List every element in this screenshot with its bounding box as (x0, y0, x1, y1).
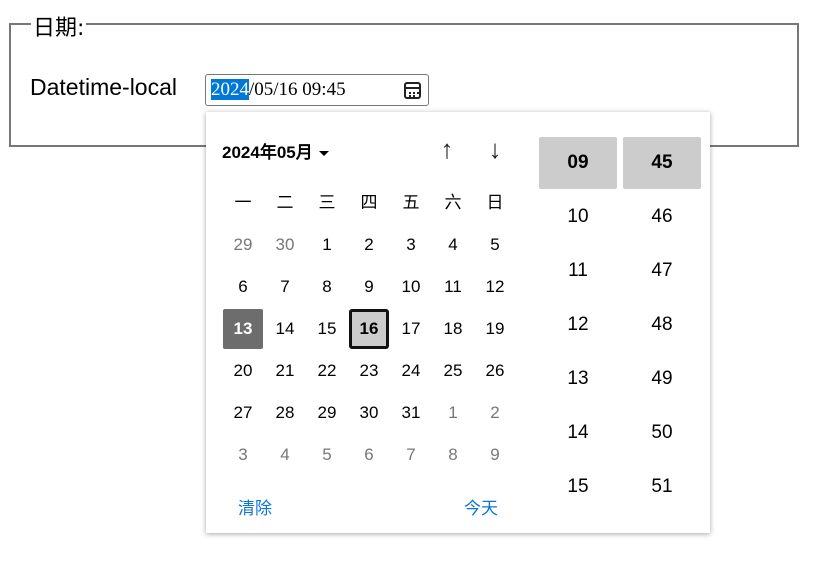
day-cell[interactable]: 29 (222, 224, 264, 266)
day-cell[interactable]: 26 (474, 350, 516, 392)
hour-option[interactable]: 15 (539, 461, 617, 513)
weekday-header: 三 (318, 193, 336, 213)
hour-option[interactable]: 11 (539, 245, 617, 297)
day-cell[interactable]: 29 (306, 392, 348, 434)
previous-month-button[interactable]: ↑ (432, 134, 462, 165)
day-cell[interactable]: 28 (264, 392, 306, 434)
minute-option[interactable]: 49 (623, 353, 701, 405)
year-segment[interactable]: 2024 (211, 79, 249, 100)
day-cell[interactable]: 4 (432, 224, 474, 266)
day-cell[interactable]: 14 (264, 308, 306, 350)
day-cell[interactable]: 12 (474, 266, 516, 308)
weekday-header: 二 (276, 193, 294, 213)
hour-option[interactable]: 14 (539, 407, 617, 459)
day-cell[interactable]: 3 (222, 434, 264, 476)
day-cell[interactable]: 20 (222, 350, 264, 392)
day-cell[interactable]: 15 (306, 308, 348, 350)
day-cell[interactable]: 11 (432, 266, 474, 308)
day-cell[interactable]: 6 (222, 266, 264, 308)
day-cell[interactable]: 9 (348, 266, 390, 308)
day-cell[interactable]: 2 (348, 224, 390, 266)
datetime-local-input[interactable]: 2024/05/16 09:45 (205, 74, 429, 106)
calendar-icon[interactable] (404, 82, 421, 99)
day-cell[interactable]: 8 (432, 434, 474, 476)
weekday-header: 六 (444, 193, 462, 213)
hour-option[interactable]: 10 (539, 191, 617, 243)
datetime-label: Datetime-local (30, 74, 177, 100)
day-cell[interactable]: 18 (432, 308, 474, 350)
clear-button[interactable]: 清除 (238, 494, 272, 519)
fieldset-legend: 日期: (31, 10, 87, 42)
day-cell[interactable]: 31 (390, 392, 432, 434)
day-cell[interactable]: 30 (348, 392, 390, 434)
minute-option[interactable]: 48 (623, 299, 701, 351)
day-cell[interactable]: 19 (474, 308, 516, 350)
day-cell[interactable]: 30 (264, 224, 306, 266)
day-cell[interactable]: 23 (348, 350, 390, 392)
weekday-header: 一 (234, 193, 252, 213)
day-cell[interactable]: 9 (474, 434, 516, 476)
day-cell[interactable]: 5 (474, 224, 516, 266)
day-cell[interactable]: 7 (390, 434, 432, 476)
day-cell[interactable]: 1 (432, 392, 474, 434)
day-cell[interactable]: 27 (222, 392, 264, 434)
day-cell[interactable]: 25 (432, 350, 474, 392)
today-button[interactable]: 今天 (464, 494, 498, 519)
day-cell[interactable]: 3 (390, 224, 432, 266)
minute-option[interactable]: 51 (623, 461, 701, 513)
day-cell[interactable]: 7 (264, 266, 306, 308)
month-year-label: 2024年05月 (222, 143, 313, 162)
weekday-header: 四 (360, 193, 378, 213)
minute-option[interactable]: 45 (623, 137, 701, 189)
day-cell[interactable]: 24 (390, 350, 432, 392)
minute-option[interactable]: 47 (623, 245, 701, 297)
day-cell[interactable]: 13 (223, 309, 263, 349)
hour-option[interactable]: 12 (539, 299, 617, 351)
minute-option[interactable]: 50 (623, 407, 701, 459)
day-cell[interactable]: 2 (474, 392, 516, 434)
day-cell[interactable]: 17 (390, 308, 432, 350)
day-cell[interactable]: 21 (264, 350, 306, 392)
hour-option[interactable]: 13 (539, 353, 617, 405)
day-cell[interactable]: 10 (390, 266, 432, 308)
date-time-segments[interactable]: /05/16 09:45 (249, 79, 346, 100)
day-cell[interactable]: 8 (306, 266, 348, 308)
day-cell[interactable]: 4 (264, 434, 306, 476)
weekday-header: 日 (486, 193, 504, 213)
day-cell[interactable]: 22 (306, 350, 348, 392)
hour-option[interactable]: 09 (539, 137, 617, 189)
month-year-dropdown[interactable]: 2024年05月 (222, 138, 329, 163)
caret-down-icon (318, 151, 329, 157)
day-cell[interactable]: 6 (348, 434, 390, 476)
day-cell[interactable]: 5 (306, 434, 348, 476)
minute-option[interactable]: 46 (623, 191, 701, 243)
weekday-header: 五 (402, 193, 420, 213)
next-month-button[interactable]: ↓ (480, 134, 510, 165)
day-cell[interactable]: 1 (306, 224, 348, 266)
datetime-picker-popup: 2024年05月 ↑ ↓ 清除 今天 一二三四五六日 29 30 1 2 3 4 5 6 7 8 9 1… (206, 112, 710, 533)
day-cell[interactable]: 16 (349, 309, 389, 349)
